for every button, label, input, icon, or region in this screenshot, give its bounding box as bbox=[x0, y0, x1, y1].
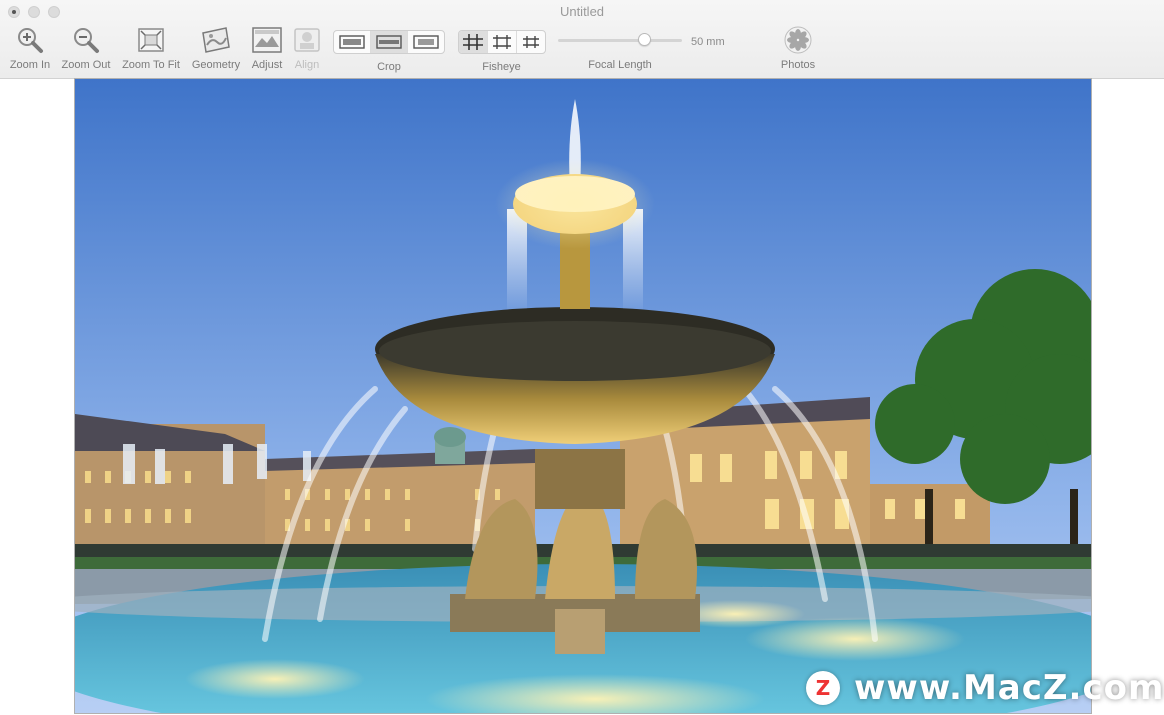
align-icon bbox=[292, 24, 322, 56]
zoom-in-label: Zoom In bbox=[9, 59, 51, 71]
slider-track bbox=[558, 39, 682, 42]
toolbar: Untitled Zoom In Zoom Out Zoom To Fit Ge… bbox=[0, 0, 1164, 79]
photos-button[interactable]: Photos bbox=[776, 24, 820, 71]
align-button[interactable]: Align bbox=[290, 24, 324, 71]
zoom-out-button[interactable]: Zoom Out bbox=[59, 24, 113, 71]
geometry-button[interactable]: Geometry bbox=[189, 24, 243, 71]
focal-length-slider[interactable] bbox=[558, 24, 682, 56]
focal-length-control: Focal Length bbox=[558, 24, 682, 71]
app-window: Untitled Zoom In Zoom Out Zoom To Fit Ge… bbox=[0, 0, 1164, 715]
focal-length-value: 50 mm bbox=[691, 36, 725, 48]
crop-control: Crop bbox=[332, 24, 446, 73]
fisheye-grid-corner-option[interactable] bbox=[488, 31, 517, 53]
crop-medium-option[interactable] bbox=[371, 31, 408, 53]
geometry-label: Geometry bbox=[191, 59, 241, 71]
watermark-text: www.MacZ.com bbox=[854, 668, 1164, 708]
align-label: Align bbox=[294, 59, 320, 71]
zoom-out-label: Zoom Out bbox=[61, 59, 111, 71]
adjust-label: Adjust bbox=[251, 59, 283, 71]
watermark: Z www.MacZ.com bbox=[806, 668, 1164, 708]
crop-wide-option[interactable] bbox=[334, 31, 371, 53]
window-title: Untitled bbox=[559, 4, 605, 19]
fisheye-grid-full-option[interactable] bbox=[458, 31, 488, 53]
fisheye-segmented-control bbox=[457, 30, 546, 54]
fountain-photo bbox=[75, 79, 1091, 713]
zoom-to-fit-icon bbox=[136, 24, 166, 56]
geometry-icon bbox=[200, 24, 232, 56]
zoom-out-icon bbox=[71, 24, 101, 56]
adjust-button[interactable]: Adjust bbox=[248, 24, 286, 71]
slider-knob[interactable] bbox=[638, 33, 651, 46]
watermark-logo: Z bbox=[806, 671, 840, 705]
photos-label: Photos bbox=[780, 59, 816, 71]
photo-canvas[interactable] bbox=[74, 78, 1092, 714]
zoom-to-fit-button[interactable]: Zoom To Fit bbox=[120, 24, 182, 71]
fisheye-grid-center-option[interactable] bbox=[517, 31, 545, 53]
zoom-to-fit-label: Zoom To Fit bbox=[122, 59, 180, 71]
crop-narrow-option[interactable] bbox=[408, 31, 444, 53]
fisheye-label: Fisheye bbox=[482, 61, 521, 73]
focal-length-label: Focal Length bbox=[588, 59, 652, 71]
crop-label: Crop bbox=[377, 61, 401, 73]
zoom-in-button[interactable]: Zoom In bbox=[8, 24, 52, 71]
photos-icon bbox=[783, 24, 813, 56]
zoom-in-icon bbox=[15, 24, 45, 56]
crop-segmented-control bbox=[333, 30, 445, 54]
fisheye-control: Fisheye bbox=[455, 24, 548, 73]
adjust-icon bbox=[251, 24, 283, 56]
